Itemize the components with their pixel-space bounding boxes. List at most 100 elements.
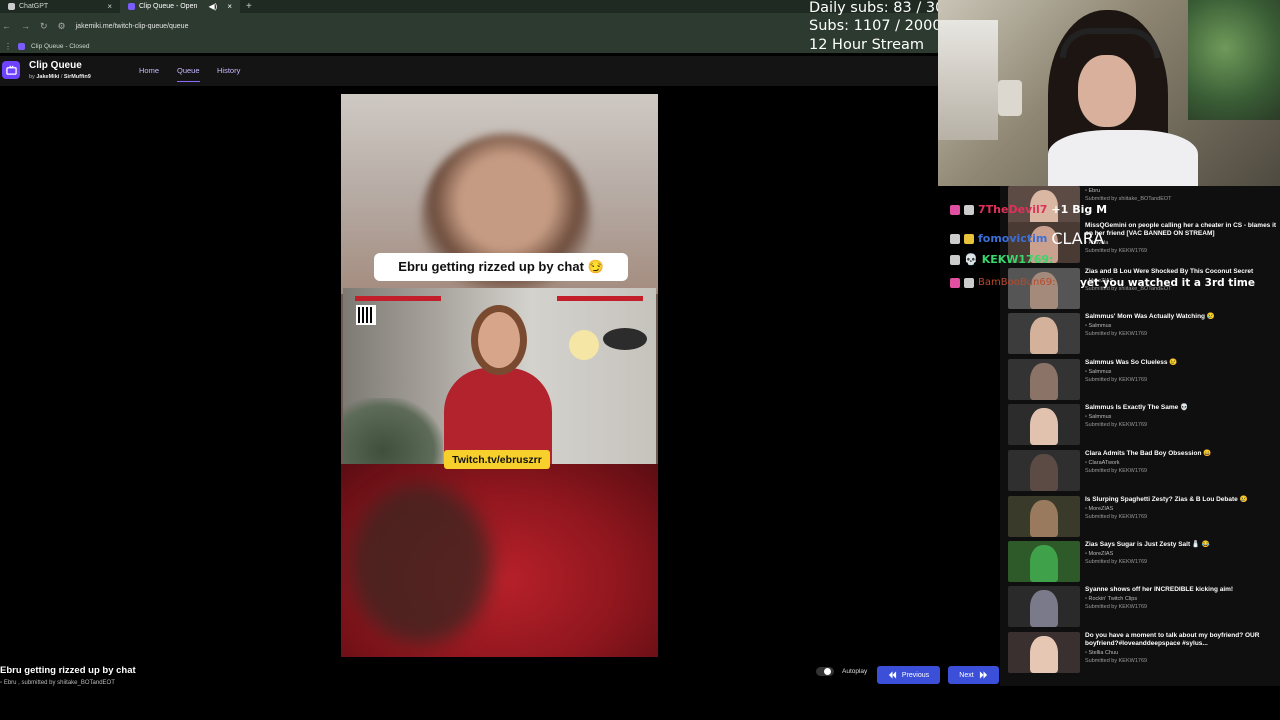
channel-name: Ebru [1088, 188, 1101, 194]
channel-name: Stellia Chuu [1088, 650, 1119, 656]
author-link-jakemiki[interactable]: JakeMiki [36, 74, 59, 80]
chat-username: fomovictim [978, 232, 1048, 245]
site-info-icon[interactable]: ⚙ [58, 21, 66, 32]
next-button[interactable]: Next [948, 666, 999, 684]
back-icon[interactable]: ← [2, 21, 11, 31]
address-bar-row: ← → ↻ ⚙ jakemiki.me/twitch-clip-queue/qu… [0, 13, 940, 39]
current-clip-title: Ebru getting rizzed up by chat [0, 665, 136, 676]
queue-item[interactable]: Clara Admits The Bad Boy Obsession 😄 ▫ Cl… [1008, 450, 1278, 494]
moderator-badge-icon [964, 204, 974, 215]
queue-item-submitter: Submitted by KEKW1769 [1085, 604, 1148, 610]
bits-badge-icon [964, 233, 974, 244]
clip-thumbnail [1008, 541, 1080, 582]
queue-item[interactable]: Salmmus Is Exactly The Same 💀 ▫ Salmmus Su… [1008, 404, 1278, 448]
forward-icon[interactable]: → [21, 21, 30, 31]
chat-text: yet you watched it a 3rd time [1080, 277, 1255, 289]
skull-icon: 💀 [964, 253, 978, 266]
queue-item-title: Salmmus Was So Clueless 😢 [1085, 359, 1178, 366]
queue-item-channel: ▫ Ebru [1085, 188, 1278, 194]
queue-item-text: Do you have a moment to talk about my bo… [1085, 632, 1278, 664]
clip-queue-logo-icon[interactable] [2, 61, 20, 79]
close-tab-icon[interactable]: × [107, 2, 112, 11]
tab-chatgpt[interactable]: ChatGPT × [0, 0, 120, 13]
queue-item-title: Salmmus Is Exactly The Same 💀 [1085, 404, 1189, 411]
chatgpt-favicon-icon [8, 3, 15, 10]
author-link-sirmuffin[interactable]: SirMuffin9 [64, 74, 91, 80]
clip-video-player[interactable]: Ebru getting rizzed up by chat 😏 Twitch.… [341, 94, 658, 657]
channel-name: Salmmus [1088, 414, 1112, 420]
chat-text: +1 [1051, 203, 1069, 216]
twitch-channel-tag: Twitch.tv/ebruszrr [444, 450, 550, 469]
channel-name: MoreZIAS [1088, 551, 1114, 557]
queue-item-channel: ▫ MoreZIAS [1085, 506, 1278, 512]
channel-name: MoreZIAS [1088, 506, 1114, 512]
clip-thumbnail [1008, 586, 1080, 627]
queue-item-title: MissQGemini on people calling her a chea… [1085, 222, 1277, 237]
tab-label: ChatGPT [19, 3, 49, 10]
queue-item[interactable]: Salmmus' Mom Was Actually Watching 😢 ▫ Sa… [1008, 313, 1278, 357]
queue-item-text: Clara Admits The Bad Boy Obsession 😄 ▫ Cl… [1085, 450, 1278, 474]
next-icon [979, 671, 987, 679]
nav-queue[interactable]: Queue [177, 66, 200, 82]
video-inner-frame [343, 288, 656, 464]
queue-item[interactable]: Salmmus Was So Clueless 😢 ▫ Salmmus Submit… [1008, 359, 1278, 403]
queue-item-title: Zias and B Lou Were Shocked By This Coco… [1085, 268, 1254, 275]
screen: ChatGPT × Clip Queue - Open ◀) × + ← → ↻… [0, 0, 1280, 720]
bookmark-clip-queue[interactable]: Clip Queue - Closed [31, 43, 90, 50]
video-blurred-bottom [341, 464, 658, 657]
queue-item-submitter: Submitted by KEKW1769 [1085, 468, 1148, 474]
subscriber-badge-icon [950, 277, 960, 288]
next-label: Next [959, 671, 974, 679]
qr-code-icon [356, 305, 376, 325]
queue-item-submitter: Submitted by KEKW1769 [1085, 514, 1148, 520]
chat-message-text-line: yet you watched it a 3rd time [1080, 277, 1255, 289]
queue-item-channel: ▫ Rockin' Twitch Clips [1085, 596, 1278, 602]
autoplay-label: Autoplay [842, 668, 868, 675]
reload-icon[interactable]: ↻ [40, 21, 48, 32]
close-tab-icon[interactable]: × [227, 2, 232, 11]
queue-item-title: Salmmus' Mom Was Actually Watching 😢 [1085, 313, 1215, 320]
channel-name: Salmmus [1088, 369, 1112, 375]
queue-item-submitter: Submitted by KEKW1769 [1085, 377, 1148, 383]
chat-emote-text: Big M [1072, 203, 1108, 216]
app-header: Clip Queue by JakeMiki / SirMuffin9 Home… [0, 56, 940, 86]
nav-history[interactable]: History [217, 66, 240, 75]
previous-label: Previous [901, 671, 930, 679]
previous-button[interactable]: Previous [877, 666, 940, 684]
nav-home[interactable]: Home [139, 66, 159, 75]
queue-item[interactable]: Syanne shows off her INCREDIBLE kicking … [1008, 586, 1278, 630]
queue-item-submitter: Submitted by KEKW1769 [1085, 658, 1148, 664]
clip-thumbnail [1008, 632, 1080, 673]
headset-icon [1060, 28, 1160, 58]
autoplay-toggle[interactable] [816, 667, 834, 676]
byline-separator: / [60, 74, 63, 80]
queue-item[interactable]: Zias Says Sugar is Just Zesty Salt 🧂 😂 ▫ … [1008, 541, 1278, 585]
queue-item-channel: ▫ MoreZIAS [1085, 551, 1278, 557]
bookmarks-menu-icon[interactable]: ⋮ [4, 42, 12, 51]
bookmarks-bar: ⋮ Clip Queue - Closed [0, 39, 940, 53]
queue-item-channel: ▫ Phavela [1085, 240, 1278, 246]
tab-label: Clip Queue - Open [139, 3, 198, 10]
queue-item-text: Salmmus' Mom Was Actually Watching 😢 ▫ Sa… [1085, 313, 1278, 337]
tab-clip-queue[interactable]: Clip Queue - Open ◀) × [120, 0, 240, 13]
current-clip-meta: ▫ Ebru , submitted by shiitake_BOTandEOT [0, 680, 115, 686]
daily-subs-counter: Daily subs: 83 / 30 [809, 0, 945, 16]
moderator-badge-icon [950, 254, 960, 265]
queue-item-title: Is Slurping Spaghetti Zesty? Zias & B Lo… [1085, 496, 1248, 503]
app-byline: by JakeMiki / SirMuffin9 [29, 74, 91, 80]
queue-item-channel: ▫ Salmmus [1085, 323, 1278, 329]
new-tab-icon[interactable]: + [240, 1, 258, 12]
microphone-icon [998, 80, 1022, 116]
clip-meta-text: Ebru , submitted by shiitake_BOTandEOT [3, 680, 115, 686]
channel-icon: ▫ [0, 680, 3, 686]
queue-item[interactable]: Do you have a moment to talk about my bo… [1008, 632, 1278, 676]
queue-item-title: Clara Admits The Bad Boy Obsession 😄 [1085, 450, 1212, 457]
chat-message: BamBooBun69: [950, 277, 1055, 288]
queue-item[interactable]: Zias and B Lou Were Shocked By This Coco… [1008, 268, 1278, 312]
queue-item[interactable]: Is Slurping Spaghetti Zesty? Zias & B Lo… [1008, 496, 1278, 540]
url-field[interactable]: jakemiki.me/twitch-clip-queue/queue [76, 23, 189, 30]
queue-item-channel: ▫ Salmmus [1085, 369, 1278, 375]
streamer-webcam [938, 0, 1280, 186]
moderator-badge-icon [950, 233, 960, 244]
mute-tab-icon[interactable]: ◀) [209, 2, 218, 11]
